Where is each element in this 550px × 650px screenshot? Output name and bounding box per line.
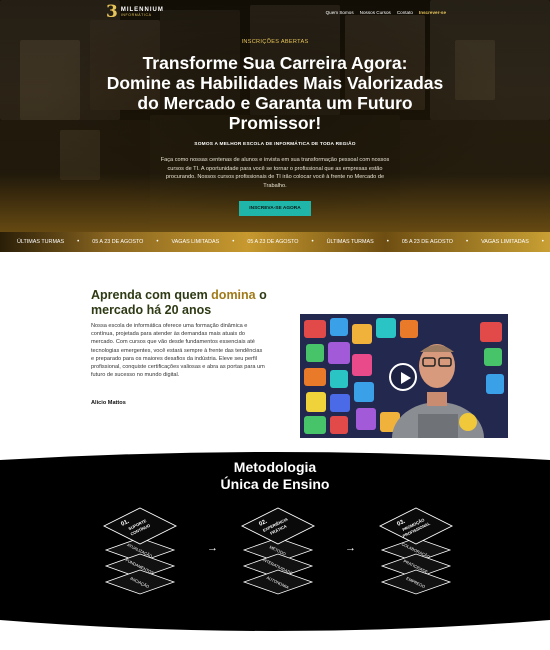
ticker-item: VAGAS LIMITADAS xyxy=(481,239,529,245)
ticker-item: 05 A 23 DE AGOSTO xyxy=(247,239,299,245)
step-layer: EMPREGO xyxy=(380,569,452,595)
methodology-title: Metodologia Única de Ensino xyxy=(0,459,550,492)
hero-title: Transforme Sua Carreira Agora: Domine as… xyxy=(100,53,450,133)
logo-text: MILENNIUM INFORMÁTICA xyxy=(121,7,164,17)
logo-tagline: INFORMÁTICA xyxy=(120,13,152,17)
arrow-right-icon: → xyxy=(207,542,218,554)
play-icon[interactable] xyxy=(389,363,417,391)
about-title-part1: Aprenda com quem xyxy=(91,288,208,302)
ticker-item: 05 A 23 DE AGOSTO xyxy=(401,239,453,245)
step-stack-graphic: COLABORAÇÃOPRATICIDADEEMPREGO03.PROMOÇÃO… xyxy=(378,507,454,595)
top-navbar: 3 MILENNIUM INFORMÁTICA Quem Somos Nosso… xyxy=(0,0,550,26)
hero-title-line1: Transforme Sua Carreira Agora: xyxy=(142,53,408,73)
about-text: Nossa escola de informática oferece uma … xyxy=(91,323,265,379)
ticker-separator: • xyxy=(386,239,389,245)
nav-link-nossos-cursos[interactable]: Nossos Cursos xyxy=(360,10,391,15)
ticker-item: VAGAS LIMITADAS xyxy=(171,239,220,245)
step-stack-graphic: ATUALIZAÇÃOFUNDAMENTOSINICIAÇÃO01.SUPORT… xyxy=(102,507,178,595)
hero-tag: INSCRIÇÕES ABERTAS xyxy=(241,39,309,45)
ticker-separator: • xyxy=(77,239,80,245)
nav-link-contato[interactable]: Contato xyxy=(397,10,413,15)
logo-mark: 3 xyxy=(106,2,118,22)
step-layer: INICIAÇÃO xyxy=(104,569,176,595)
ticker-item: ÚLTIMAS TURMAS xyxy=(326,239,374,245)
ticker-item: 05 A 23 DE AGOSTO xyxy=(92,239,144,245)
methodology-step: COLABORAÇÃO PRATICIDADE EMPREGO 03. PROMOÇÃO… xyxy=(376,504,456,604)
about-author: Alicio Mattos xyxy=(91,400,126,406)
signup-button[interactable]: INSCREVA-SE AGORA xyxy=(239,201,311,216)
methodology-title-line2: Única de Ensino xyxy=(220,475,330,492)
announcement-ticker: ÚLTIMAS TURMAS • 05 A 23 DE AGOSTO • VAGAS L… xyxy=(0,232,550,252)
step-stack-graphic: MÉTODOINTERATIVIDADEAUTONOMIA02.EXPERIÊN… xyxy=(240,507,316,595)
ticker-item: ÚLTIMAS TURMAS xyxy=(17,239,65,245)
ticker-separator: • xyxy=(465,239,469,245)
ticker-separator: • xyxy=(232,239,235,245)
hero-title-rest: Domine as Habilidades Mais Valorizadas d… xyxy=(106,73,444,133)
hero-description: Faça como nossas centenas de alunos e in… xyxy=(160,157,390,189)
about-title: Aprenda com quem domina o mercado há 20 … xyxy=(91,288,281,318)
methodology-title-line1: Metodologia xyxy=(233,459,317,475)
methodology-step: ATUALIZAÇÃO FUNDAMENTOS INICIAÇÃO 01. SUPORT… xyxy=(100,504,180,604)
video-player[interactable] xyxy=(300,314,508,438)
nav-link-quem-somos[interactable]: Quem Somos xyxy=(326,10,354,15)
nav-cta-inscrever[interactable]: Inscrever-se xyxy=(419,10,446,15)
methodology-step: MÉTODO INTERATIVIDADE AUTONOMIA 02. EXPERIÊN… xyxy=(238,504,318,604)
hero-section: 3 MILENNIUM INFORMÁTICA Quem Somos Nosso… xyxy=(0,0,550,232)
arrow-right-icon: → xyxy=(345,542,356,554)
ticker-separator: • xyxy=(156,239,159,245)
methodology-section: Metodologia Única de Ensino ATUALIZAÇÃO F… xyxy=(0,452,550,650)
nav-links: Quem Somos Nossos Cursos Contato Inscrev… xyxy=(326,10,446,15)
step-layer: AUTONOMIA xyxy=(242,569,314,595)
about-section: Aprenda com quem domina o mercado há 20 … xyxy=(0,252,550,460)
about-title-highlight: domina xyxy=(211,288,256,302)
hero-subtitle: SOMOS A MELHOR ESCOLA DE INFORMÁTICA DE … xyxy=(194,142,356,147)
ticker-separator: • xyxy=(311,239,314,245)
ticker-track: ÚLTIMAS TURMAS • 05 A 23 DE AGOSTO • VAGAS L… xyxy=(17,232,550,252)
ticker-separator: • xyxy=(541,239,544,245)
brand-logo[interactable]: 3 MILENNIUM INFORMÁTICA xyxy=(106,2,164,22)
